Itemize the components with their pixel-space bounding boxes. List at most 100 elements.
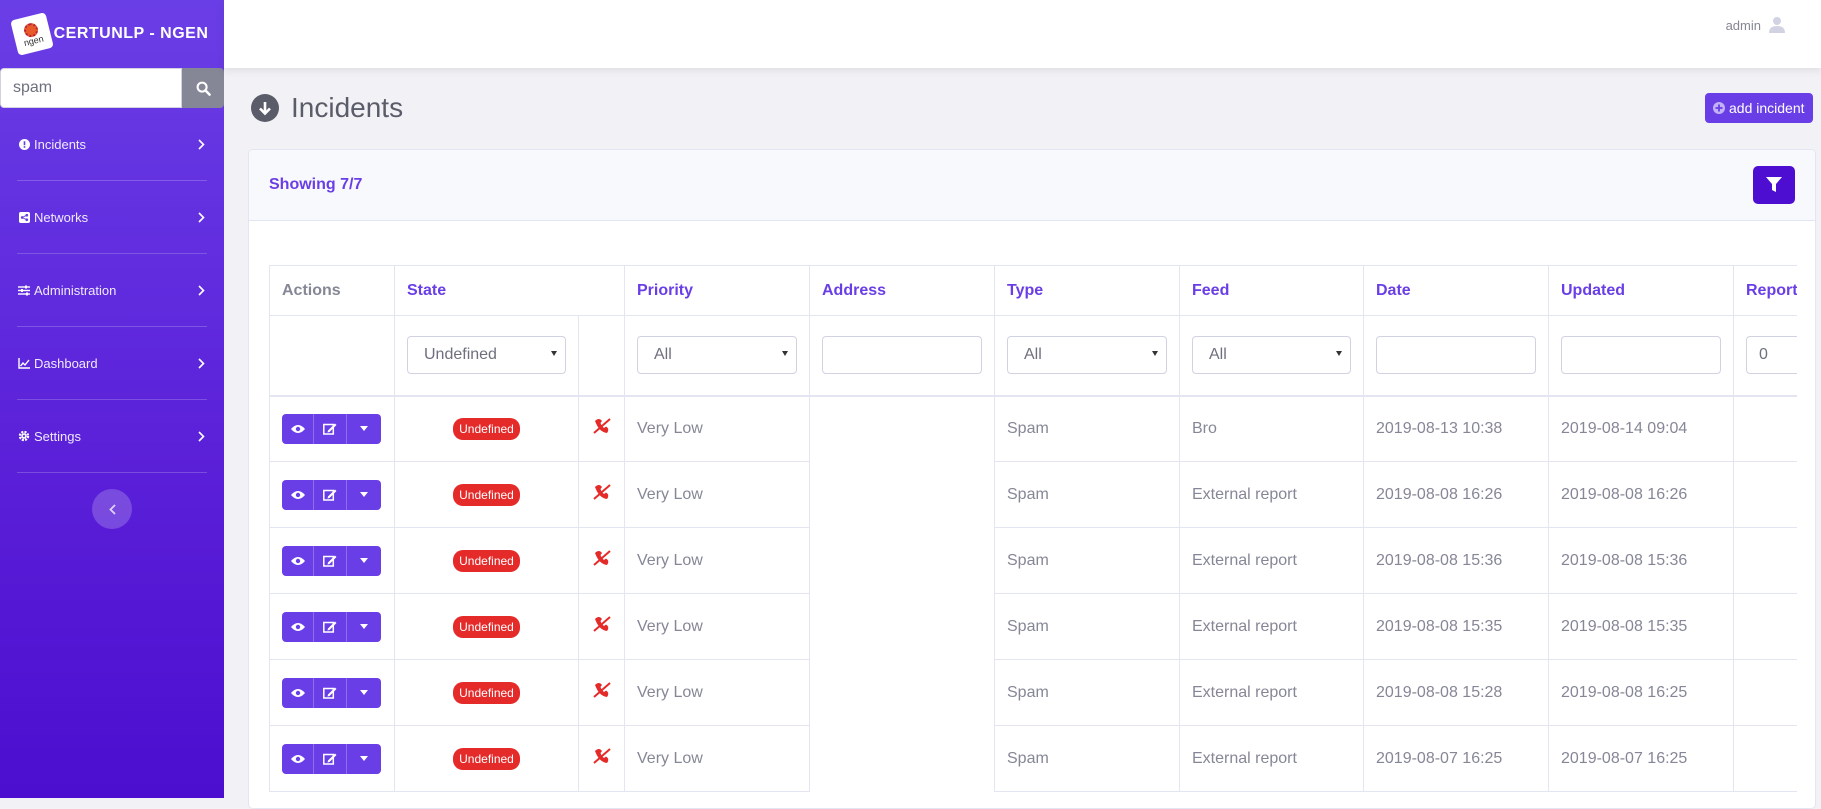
edit-icon xyxy=(323,423,337,435)
filter-empty-cell xyxy=(578,315,625,396)
table-row[interactable]: Undefined Very Low Spam Bro 2019-08-13 1… xyxy=(269,395,1797,462)
edit-button[interactable] xyxy=(314,479,347,510)
sidebar-item-dashboard[interactable]: Dashboard xyxy=(17,327,207,400)
actions-cell xyxy=(269,593,395,660)
more-dropdown-button[interactable] xyxy=(347,612,381,642)
view-button[interactable] xyxy=(282,743,314,774)
table-row[interactable]: Undefined Very Low Spam External report … xyxy=(269,593,1797,660)
share-alt-square-icon xyxy=(17,211,31,223)
sidebar-item-settings[interactable]: Settings xyxy=(17,400,207,473)
sidebar-item-administration[interactable]: Administration xyxy=(17,254,207,327)
report-cell xyxy=(1733,725,1797,792)
actions-button-group xyxy=(282,677,381,708)
date-filter-input[interactable] xyxy=(1376,336,1536,375)
state-select[interactable]: Undefined xyxy=(407,336,566,375)
type-cell: Spam xyxy=(994,527,1180,594)
sidebar-item-networks[interactable]: Networks xyxy=(17,181,207,254)
table-row[interactable]: Undefined Very Low Spam External report … xyxy=(269,725,1797,792)
edit-button[interactable] xyxy=(314,677,347,708)
updated-cell: 2019-08-14 09:04 xyxy=(1548,395,1734,462)
address-cell xyxy=(809,395,995,462)
search-button[interactable] xyxy=(182,68,224,108)
updated-cell: 2019-08-07 16:25 xyxy=(1548,725,1734,792)
no-phone-cell xyxy=(578,659,625,726)
more-dropdown-button[interactable] xyxy=(347,678,381,708)
address-cell xyxy=(809,725,995,792)
report-filter-input[interactable]: 0 xyxy=(1746,336,1797,375)
brand[interactable]: ngen CERTUNLP - NGEN xyxy=(0,0,224,67)
chevron-right-icon xyxy=(195,430,207,442)
view-button[interactable] xyxy=(282,677,314,708)
header-priority[interactable]: Priority xyxy=(624,265,810,316)
actions-button-group xyxy=(282,479,381,510)
more-dropdown-button[interactable] xyxy=(347,480,381,510)
view-button[interactable] xyxy=(282,611,314,642)
type-select[interactable]: All xyxy=(1007,336,1167,375)
feed-select[interactable]: All xyxy=(1192,336,1351,375)
type-cell: Spam xyxy=(994,395,1180,462)
view-button[interactable] xyxy=(282,479,314,510)
table-row[interactable]: Undefined Very Low Spam External report … xyxy=(269,461,1797,528)
actions-cell xyxy=(269,725,395,792)
chevron-right-icon xyxy=(195,357,207,369)
exclamation-circle-icon xyxy=(17,138,31,150)
header-updated[interactable]: Updated xyxy=(1548,265,1734,316)
table-row[interactable]: Undefined Very Low Spam External report … xyxy=(269,659,1797,726)
feed-cell: External report xyxy=(1179,725,1364,792)
sidebar-item-incidents[interactable]: Incidents xyxy=(17,108,207,181)
header-type[interactable]: Type xyxy=(994,265,1180,316)
eye-icon xyxy=(290,754,305,763)
actions-button-group xyxy=(282,611,381,642)
edit-button[interactable] xyxy=(314,611,347,642)
address-cell xyxy=(809,527,995,594)
table-row[interactable]: Undefined Very Low Spam External report … xyxy=(269,527,1797,594)
actions-cell xyxy=(269,527,395,594)
add-incident-button[interactable]: add incident xyxy=(1705,93,1813,123)
more-dropdown-button[interactable] xyxy=(347,546,381,576)
caret-down-icon xyxy=(360,558,368,563)
updated-cell: 2019-08-08 15:36 xyxy=(1548,527,1734,594)
page-title: Incidents xyxy=(291,92,404,123)
header-report[interactable]: Report xyxy=(1733,265,1797,316)
feed-cell: Bro xyxy=(1179,395,1364,462)
table-header-row: Actions State Priority Address Type Feed… xyxy=(269,265,1797,316)
edit-button[interactable] xyxy=(314,545,347,576)
edit-button[interactable] xyxy=(314,743,347,774)
header-date[interactable]: Date xyxy=(1363,265,1549,316)
more-dropdown-button[interactable] xyxy=(347,744,381,774)
user-menu[interactable]: admin xyxy=(1726,16,1785,34)
page-heading: Incidents xyxy=(251,92,403,124)
feed-cell: External report xyxy=(1179,593,1364,660)
filter-button[interactable] xyxy=(1753,166,1795,204)
state-badge: Undefined xyxy=(453,747,520,770)
address-filter-input[interactable] xyxy=(822,336,982,375)
search-input[interactable] xyxy=(0,68,182,108)
filter-type-cell: All xyxy=(994,315,1180,396)
date-cell: 2019-08-08 16:26 xyxy=(1363,461,1549,528)
eye-icon xyxy=(290,556,305,565)
updated-cell: 2019-08-08 15:35 xyxy=(1548,593,1734,660)
header-feed[interactable]: Feed xyxy=(1179,265,1364,316)
priority-cell: Very Low xyxy=(624,593,810,660)
state-cell: Undefined xyxy=(394,395,579,462)
eye-icon xyxy=(290,424,305,433)
view-button[interactable] xyxy=(282,413,314,444)
phone-slash-icon xyxy=(592,550,611,566)
header-address[interactable]: Address xyxy=(809,265,995,316)
edit-icon xyxy=(323,753,337,765)
address-cell xyxy=(809,593,995,660)
sidebar-toggle-button[interactable] xyxy=(92,489,132,529)
priority-select[interactable]: All xyxy=(637,336,797,375)
updated-filter-input[interactable] xyxy=(1561,336,1721,375)
actions-cell xyxy=(269,395,395,462)
incidents-table-wrap[interactable]: Actions State Priority Address Type Feed… xyxy=(269,265,1797,792)
edit-button[interactable] xyxy=(314,413,347,444)
view-button[interactable] xyxy=(282,545,314,576)
chevron-right-icon xyxy=(195,284,207,296)
phone-slash-icon xyxy=(592,418,611,435)
sidebar-item-label: Administration xyxy=(34,282,117,298)
more-dropdown-button[interactable] xyxy=(347,414,381,444)
header-actions: Actions xyxy=(269,265,395,316)
actions-cell xyxy=(269,659,395,726)
header-state[interactable]: State xyxy=(394,265,625,316)
